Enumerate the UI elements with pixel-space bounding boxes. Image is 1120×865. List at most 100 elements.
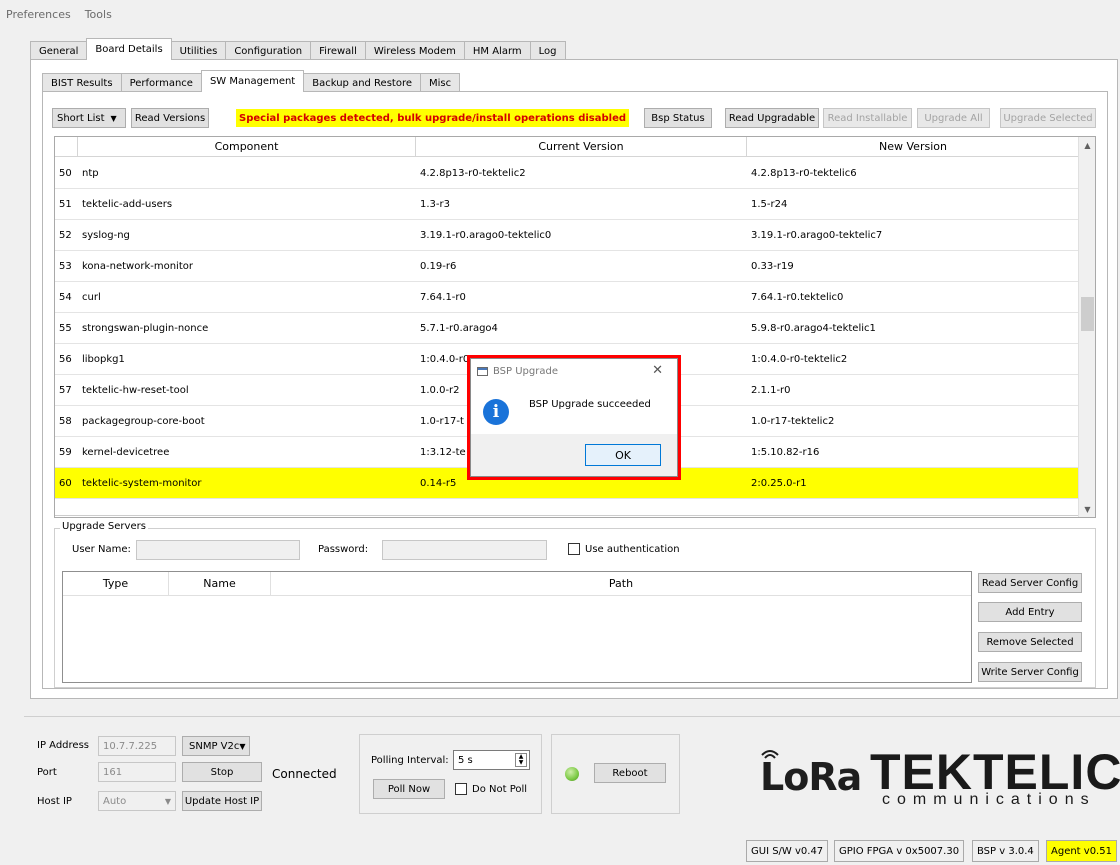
- tab-log[interactable]: Log: [529, 41, 566, 60]
- table-row[interactable]: 53 kona-network-monitor 0.19-r6 0.33-r19: [55, 251, 1079, 282]
- host-ip-dropdown[interactable]: Auto ▼: [98, 791, 176, 811]
- write-server-config-button[interactable]: Write Server Config: [978, 662, 1082, 682]
- row-number: 54: [59, 291, 72, 303]
- polling-interval-label: Polling Interval:: [371, 755, 449, 766]
- poll-now-button[interactable]: Poll Now: [373, 779, 445, 799]
- servers-table: Type Name Path: [62, 571, 972, 683]
- fpga-version-badge: GPIO FPGA v 0x5007.30: [834, 840, 965, 862]
- row-component: packagegroup-core-boot: [82, 415, 205, 427]
- short-list-dropdown[interactable]: Short List ▼: [52, 108, 126, 128]
- lora-logo: LoRa: [760, 755, 862, 799]
- update-host-ip-button[interactable]: Update Host IP: [182, 791, 262, 811]
- row-component: tektelic-add-users: [82, 198, 173, 210]
- header-component[interactable]: Component: [78, 137, 416, 156]
- spinner-arrows-icon[interactable]: ▲ ▼: [515, 753, 527, 767]
- upgrade-all-button[interactable]: Upgrade All: [917, 108, 990, 128]
- chevron-down-icon: ▼: [164, 796, 171, 806]
- ip-address-input[interactable]: 10.7.7.225: [98, 736, 176, 756]
- sub-tabs: BIST Results Performance SW Management B…: [42, 70, 461, 92]
- header-type[interactable]: Type: [63, 572, 169, 595]
- upgrade-selected-button[interactable]: Upgrade Selected: [1000, 108, 1096, 128]
- row-current-version: 0.14-r5: [420, 477, 457, 489]
- host-ip-label: Host IP: [37, 796, 72, 807]
- table-scrollbar[interactable]: ▲ ▼: [1078, 137, 1095, 517]
- table-row[interactable]: 55 strongswan-plugin-nonce 5.7.1-r0.arago4…: [55, 313, 1079, 344]
- tab-general[interactable]: General: [30, 41, 88, 60]
- chevron-down-icon: ▼: [239, 741, 246, 751]
- password-input[interactable]: [382, 540, 547, 560]
- bsp-version-badge: BSP v 3.0.4: [972, 840, 1039, 862]
- polling-interval-spinbox[interactable]: 5 s ▲ ▼: [453, 750, 530, 770]
- read-server-config-button[interactable]: Read Server Config: [978, 573, 1082, 593]
- port-input[interactable]: 161: [98, 762, 176, 782]
- menu-tools[interactable]: Tools: [85, 8, 112, 21]
- tab-utilities[interactable]: Utilities: [170, 41, 227, 60]
- menu-preferences[interactable]: Preferences: [6, 8, 71, 21]
- tab-configuration[interactable]: Configuration: [225, 41, 312, 60]
- row-number: 51: [59, 198, 72, 210]
- app-icon: [477, 366, 488, 376]
- tab-firewall[interactable]: Firewall: [310, 41, 366, 60]
- tab-sw-management[interactable]: SW Management: [200, 70, 305, 92]
- read-installable-button[interactable]: Read Installable: [823, 108, 912, 128]
- add-entry-button[interactable]: Add Entry: [978, 602, 1082, 622]
- row-new-version: 1:5.10.82-r16: [751, 446, 820, 458]
- auth-checkbox[interactable]: [568, 543, 580, 555]
- tab-bist-results[interactable]: BIST Results: [42, 73, 122, 92]
- close-icon[interactable]: ✕: [652, 363, 663, 378]
- header-name[interactable]: Name: [169, 572, 271, 595]
- row-current-version: 7.64.1-r0: [420, 291, 466, 303]
- header-path[interactable]: Path: [271, 572, 971, 595]
- row-new-version: 1:0.4.0-r0-tektelic2: [751, 353, 848, 365]
- table-row[interactable]: 51 tektelic-add-users 1.3-r3 1.5-r24: [55, 189, 1079, 220]
- do-not-poll-checkbox[interactable]: [455, 783, 467, 795]
- polling-group: [359, 734, 542, 814]
- snmp-version-dropdown[interactable]: SNMP V2c ▼: [182, 736, 250, 756]
- scroll-thumb[interactable]: [1081, 297, 1094, 331]
- table-row[interactable]: 52 syslog-ng 3.19.1-r0.arago0-tektelic0 3.1…: [55, 220, 1079, 251]
- row-component: libopkg1: [82, 353, 125, 365]
- row-component: strongswan-plugin-nonce: [82, 322, 209, 334]
- tab-performance[interactable]: Performance: [120, 73, 202, 92]
- scroll-up-icon[interactable]: ▲: [1079, 137, 1095, 153]
- read-versions-button[interactable]: Read Versions: [131, 108, 209, 128]
- row-number: 60: [59, 477, 72, 489]
- ip-address-label: IP Address: [37, 740, 89, 751]
- dialog-footer: OK: [471, 434, 677, 476]
- scroll-down-icon[interactable]: ▼: [1079, 501, 1095, 517]
- table-row[interactable]: 54 curl 7.64.1-r0 7.64.1-r0.tektelic0: [55, 282, 1079, 313]
- read-upgradable-button[interactable]: Read Upgradable: [725, 108, 819, 128]
- tab-wireless-modem[interactable]: Wireless Modem: [364, 41, 465, 60]
- tektelic-logo-sub: communications: [882, 791, 1096, 808]
- row-current-version: 1.3-r3: [420, 198, 450, 210]
- user-name-label: User Name:: [72, 544, 131, 555]
- bsp-status-button[interactable]: Bsp Status: [644, 108, 712, 128]
- row-current-version: 0.19-r6: [420, 260, 457, 272]
- header-new-version[interactable]: New Version: [747, 137, 1079, 156]
- ok-button[interactable]: OK: [585, 444, 661, 466]
- remove-selected-button[interactable]: Remove Selected: [978, 632, 1082, 652]
- info-icon: i: [483, 399, 509, 425]
- reboot-button[interactable]: Reboot: [594, 763, 666, 783]
- header-current-version[interactable]: Current Version: [416, 137, 747, 156]
- row-new-version: 2.1.1-r0: [751, 384, 791, 396]
- menu-bar: Preferences Tools: [0, 0, 1120, 28]
- chevron-down-icon: ▼: [110, 113, 117, 123]
- table-header: Component Current Version New Version: [55, 137, 1079, 157]
- tab-board-details[interactable]: Board Details: [86, 38, 172, 60]
- table-row-partial: [55, 498, 1079, 517]
- row-number: 57: [59, 384, 72, 396]
- stop-button[interactable]: Stop: [182, 762, 262, 782]
- tab-hm-alarm[interactable]: HM Alarm: [463, 41, 531, 60]
- bsp-upgrade-dialog: BSP Upgrade ✕ i BSP Upgrade succeeded OK: [470, 358, 678, 477]
- user-name-input[interactable]: [136, 540, 300, 560]
- tab-backup-restore[interactable]: Backup and Restore: [303, 73, 422, 92]
- table-row[interactable]: 50 ntp 4.2.8p13-r0-tektelic2 4.2.8p13-r0-te…: [55, 158, 1079, 189]
- agent-version-badge: Agent v0.51: [1046, 840, 1117, 862]
- polling-interval-value: 5 s: [458, 754, 473, 766]
- password-label: Password:: [318, 544, 369, 555]
- row-new-version: 1.5-r24: [751, 198, 788, 210]
- short-list-label: Short List: [57, 112, 105, 124]
- tab-misc[interactable]: Misc: [420, 73, 461, 92]
- row-number: 52: [59, 229, 72, 241]
